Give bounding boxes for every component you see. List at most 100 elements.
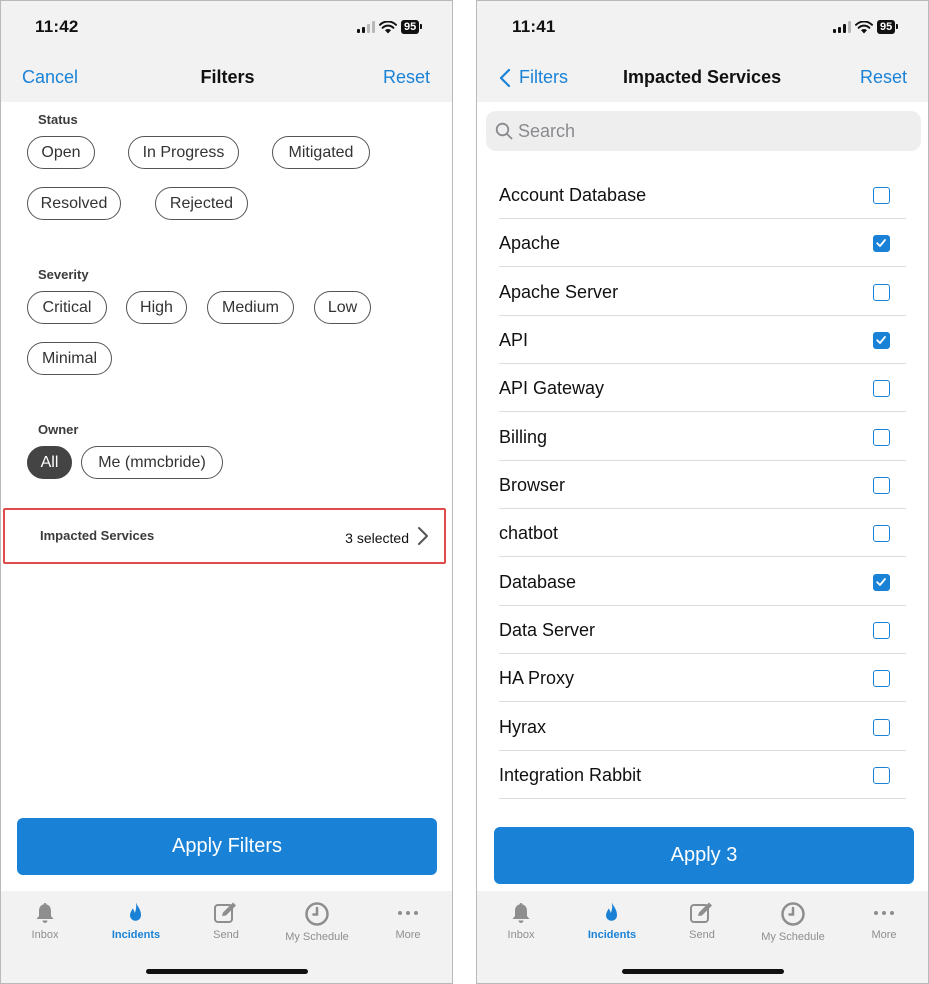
service-row-browser[interactable]: Browser <box>499 461 906 509</box>
checkmark-icon <box>876 336 886 344</box>
tab-label: More <box>871 929 897 941</box>
flame-icon <box>606 902 618 921</box>
page-title: Impacted Services <box>623 67 782 87</box>
checkbox[interactable] <box>873 767 890 784</box>
search-input[interactable] <box>518 111 913 151</box>
tab-label: Send <box>689 929 715 941</box>
clock-icon <box>305 902 329 926</box>
service-row-ha-proxy[interactable]: HA Proxy <box>499 654 906 702</box>
signal-icon <box>357 21 375 33</box>
checkbox[interactable] <box>873 670 890 687</box>
tab-my-schedule[interactable]: My Schedule <box>277 901 357 943</box>
reset-button[interactable]: Reset <box>383 67 430 88</box>
tab-label: My Schedule <box>761 931 825 943</box>
impacted-services-row[interactable]: Impacted Services 3 selected <box>3 508 446 564</box>
tab-inbox[interactable]: Inbox <box>481 901 561 941</box>
impacted-services-screen: 11:41 95 Filters Impacted Services Reset… <box>476 0 929 984</box>
chip-status-rejected[interactable]: Rejected <box>155 187 248 220</box>
chip-status-resolved[interactable]: Resolved <box>27 187 121 220</box>
chevron-right-icon <box>418 527 428 545</box>
wifi-icon <box>855 20 873 33</box>
service-row-apache[interactable]: Apache <box>499 219 906 267</box>
service-row-api-gateway[interactable]: API Gateway <box>499 364 906 412</box>
checkbox[interactable] <box>873 477 890 494</box>
tab-incidents[interactable]: Incidents <box>96 901 176 941</box>
chip-severity-low[interactable]: Low <box>314 291 371 324</box>
service-row-billing[interactable]: Billing <box>499 413 906 461</box>
service-row-hyrax[interactable]: Hyrax <box>499 703 906 751</box>
wifi-icon <box>379 20 397 33</box>
checkbox[interactable] <box>873 429 890 446</box>
ellipsis-icon <box>398 911 418 915</box>
chip-severity-critical[interactable]: Critical <box>27 291 107 324</box>
checkbox[interactable] <box>873 622 890 639</box>
service-name: Data Server <box>499 620 596 640</box>
checkbox[interactable] <box>873 235 890 252</box>
tab-label: Incidents <box>587 929 637 941</box>
chip-status-in-progress[interactable]: In Progress <box>128 136 239 169</box>
status-icons: 95 <box>357 20 423 34</box>
checkbox[interactable] <box>873 380 890 397</box>
tab-bar: Inbox Incidents Send My Schedule More <box>1 891 452 983</box>
battery-icon: 95 <box>877 20 899 34</box>
tab-more[interactable]: More <box>368 901 448 941</box>
bell-icon <box>36 903 54 923</box>
checkbox[interactable] <box>873 284 890 301</box>
reset-button[interactable]: Reset <box>860 67 907 88</box>
checkbox[interactable] <box>873 525 890 542</box>
service-row-apache-server[interactable]: Apache Server <box>499 268 906 316</box>
checkbox[interactable] <box>873 332 890 349</box>
service-row-database[interactable]: Database <box>499 558 906 606</box>
battery-icon: 95 <box>401 20 423 34</box>
service-name: chatbot <box>499 523 559 543</box>
apply-button[interactable]: Apply 3 <box>494 827 914 884</box>
tab-send[interactable]: Send <box>662 901 742 941</box>
filters-screen: 11:42 95 Cancel Filters Reset Status Ope… <box>0 0 453 984</box>
bell-icon <box>512 903 530 923</box>
home-indicator <box>145 969 308 974</box>
tab-label: Inbox <box>507 929 535 941</box>
checkmark-icon <box>876 578 886 586</box>
back-button[interactable]: Filters <box>499 67 568 88</box>
service-row-integration-rabbit[interactable]: Integration Rabbit <box>499 751 906 799</box>
service-name: Account Database <box>499 185 647 205</box>
status-section-label: Status <box>38 112 78 127</box>
home-indicator <box>621 969 784 974</box>
compose-icon <box>690 902 712 923</box>
checkbox[interactable] <box>873 574 890 591</box>
apply-filters-button[interactable]: Apply Filters <box>17 818 437 875</box>
severity-section-label: Severity <box>38 267 89 282</box>
chip-status-open[interactable]: Open <box>27 136 95 169</box>
service-row-data-server[interactable]: Data Server <box>499 606 906 654</box>
service-row-chatbot[interactable]: chatbot <box>499 509 906 557</box>
service-name: Database <box>499 572 577 592</box>
service-name: Apache <box>499 233 561 253</box>
compose-icon <box>214 902 236 923</box>
checkbox[interactable] <box>873 719 890 736</box>
chip-owner-all[interactable]: All <box>27 446 72 479</box>
chip-severity-high[interactable]: High <box>126 291 187 324</box>
tab-incidents[interactable]: Incidents <box>572 901 652 941</box>
service-row-api[interactable]: API <box>499 316 906 364</box>
search-icon <box>495 122 513 140</box>
tab-label: Send <box>213 929 239 941</box>
checkmark-icon <box>876 239 886 247</box>
clock-icon <box>781 902 805 926</box>
tab-label: More <box>395 929 421 941</box>
flame-icon <box>130 902 142 921</box>
ellipsis-icon <box>874 911 894 915</box>
tab-send[interactable]: Send <box>186 901 266 941</box>
tab-label: Inbox <box>31 929 59 941</box>
chip-severity-medium[interactable]: Medium <box>207 291 294 324</box>
chip-owner-me[interactable]: Me (mmcbride) <box>81 446 223 479</box>
tab-more[interactable]: More <box>844 901 924 941</box>
chip-status-mitigated[interactable]: Mitigated <box>272 136 370 169</box>
checkbox[interactable] <box>873 187 890 204</box>
tab-my-schedule[interactable]: My Schedule <box>753 901 833 943</box>
impacted-services-count: 3 selected <box>345 530 409 546</box>
chip-severity-minimal[interactable]: Minimal <box>27 342 112 375</box>
back-button-label: Filters <box>519 67 568 87</box>
service-row-account-database[interactable]: Account Database <box>499 171 906 219</box>
tab-inbox[interactable]: Inbox <box>5 901 85 941</box>
service-name: Billing <box>499 427 548 447</box>
